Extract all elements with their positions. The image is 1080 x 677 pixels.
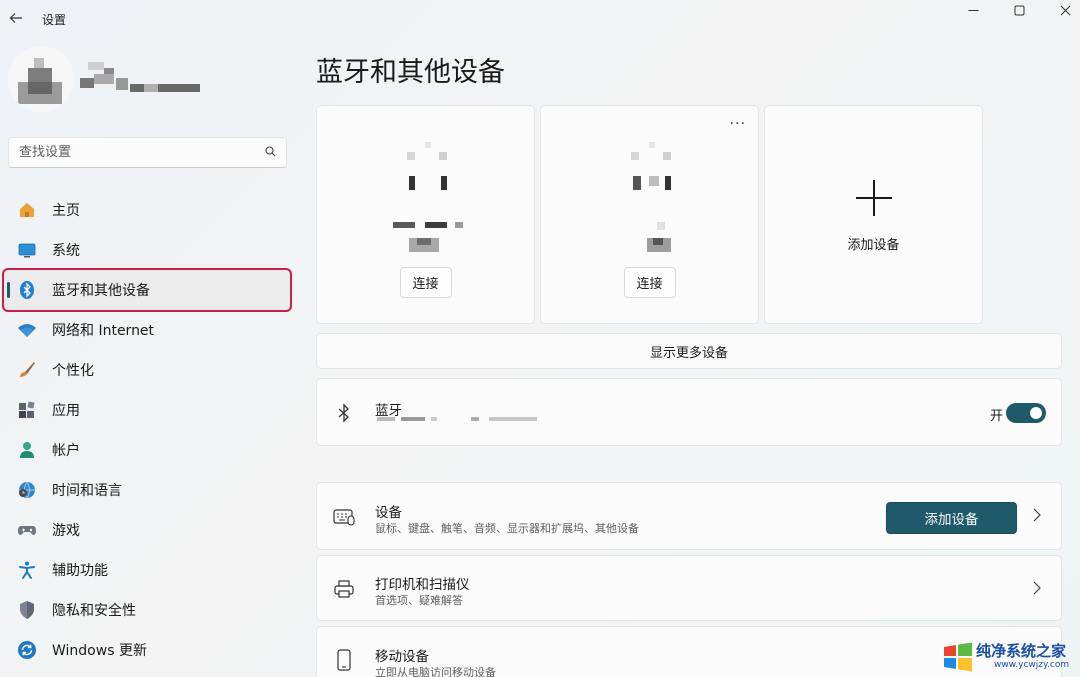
sidebar-item-apps[interactable]: 应用 (4, 390, 290, 430)
active-indicator (7, 282, 10, 298)
bluetooth-toggle[interactable] (1006, 403, 1046, 423)
windows-logo-icon (944, 642, 972, 672)
devices-title: 设备 (375, 505, 402, 521)
title-bar: 设置 (0, 0, 1080, 36)
close-button[interactable] (1042, 0, 1080, 20)
sidebar-item-privacy[interactable]: 隐私和安全性 (4, 590, 290, 630)
connect-button[interactable]: 连接 (399, 267, 452, 298)
maximize-icon (1014, 5, 1024, 15)
mobile-title: 移动设备 (375, 649, 429, 665)
sidebar-item-gaming[interactable]: 游戏 (4, 510, 290, 550)
device-card[interactable]: 连接 (316, 105, 535, 324)
add-device-button[interactable]: 添加设备 (886, 502, 1017, 534)
accessibility-icon (16, 559, 38, 581)
sidebar-item-label: 系统 (52, 243, 80, 259)
toggle-state-label: 开 (989, 409, 1003, 424)
chevron-right-icon (1033, 507, 1041, 526)
show-more-label: 显示更多设备 (649, 345, 728, 361)
globe-clock-icon (16, 479, 38, 501)
back-button[interactable] (6, 8, 26, 28)
minimize-button[interactable] (950, 0, 996, 20)
chevron-right-icon (1033, 580, 1041, 599)
arrow-left-icon (9, 13, 22, 23)
sidebar-item-label: 应用 (52, 403, 80, 419)
sidebar-item-label: 帐户 (52, 443, 80, 459)
sidebar-item-accounts[interactable]: 帐户 (4, 430, 290, 470)
sidebar-item-label: 隐私和安全性 (52, 603, 136, 619)
printers-title: 打印机和扫描仪 (375, 577, 470, 593)
close-icon (1060, 5, 1070, 15)
account-icon (16, 439, 38, 461)
sidebar-item-accessibility[interactable]: 辅助功能 (4, 550, 290, 590)
sidebar-item-label: 网络和 Internet (52, 323, 155, 339)
sidebar-nav: 主页 系统 蓝牙和其他设备 网络和 Internet 个性化 应用 帐户 时间和… (2, 190, 292, 670)
sidebar-item-time-language[interactable]: 时间和语言 (4, 470, 290, 510)
show-more-devices-button[interactable]: 显示更多设备 (316, 333, 1062, 369)
printers-subtitle: 首选项、疑难解答 (375, 594, 463, 607)
add-device-card[interactable]: 添加设备 (764, 105, 983, 324)
sidebar-item-label: 蓝牙和其他设备 (52, 283, 150, 299)
home-icon (16, 199, 38, 221)
watermark: 纯净系统之家 www.ycwjzy.com (940, 638, 1080, 677)
minimize-icon (968, 9, 978, 11)
watermark-title: 纯净系统之家 (976, 642, 1067, 660)
page-title: 蓝牙和其他设备 (316, 57, 505, 88)
phone-icon (333, 649, 355, 671)
bluetooth-title: 蓝牙 (375, 403, 402, 419)
system-icon (16, 239, 38, 261)
sidebar-item-label: 辅助功能 (52, 563, 108, 579)
printers-row[interactable]: 打印机和扫描仪 首选项、疑难解答 (316, 555, 1062, 621)
avatar[interactable] (8, 46, 74, 112)
sidebar-item-network[interactable]: 网络和 Internet (4, 310, 290, 350)
device-card[interactable]: ··· 连接 (540, 105, 759, 324)
search-box[interactable] (8, 137, 287, 168)
search-input[interactable] (19, 145, 265, 160)
sidebar-item-label: 游戏 (52, 523, 80, 539)
wifi-icon (16, 319, 38, 341)
bluetooth-setting-row: 蓝牙 开 (316, 378, 1062, 446)
sidebar-item-label: 时间和语言 (52, 483, 122, 499)
sidebar-item-windows-update[interactable]: Windows 更新 (4, 630, 290, 670)
sidebar-item-system[interactable]: 系统 (4, 230, 290, 270)
mobile-subtitle: 立即从电脑访问移动设备 (375, 666, 496, 677)
watermark-url: www.ycwjzy.com (994, 660, 1070, 670)
keyboard-icon (333, 506, 355, 528)
devices-subtitle: 鼠标、键盘、触笔、音频、显示器和扩展坞、其他设备 (375, 522, 639, 535)
add-device-label: 添加设备 (847, 238, 900, 253)
printer-icon (333, 578, 355, 600)
apps-icon (16, 399, 38, 421)
search-icon[interactable] (265, 145, 276, 160)
bluetooth-icon (333, 402, 355, 424)
update-icon (16, 639, 38, 661)
bluetooth-icon (16, 279, 38, 301)
sidebar-item-home[interactable]: 主页 (4, 190, 290, 230)
brush-icon (16, 359, 38, 381)
profile-name (80, 60, 200, 96)
sidebar-item-label: 主页 (52, 203, 80, 219)
app-title: 设置 (42, 13, 67, 27)
sidebar-item-label: 个性化 (52, 363, 94, 379)
gamepad-icon (16, 519, 38, 541)
devices-row[interactable]: 设备 鼠标、键盘、触笔、音频、显示器和扩展坞、其他设备 添加设备 (316, 482, 1062, 550)
sidebar-item-label: Windows 更新 (52, 643, 147, 659)
maximize-button[interactable] (996, 0, 1042, 20)
shield-icon (16, 599, 38, 621)
sidebar-item-personalization[interactable]: 个性化 (4, 350, 290, 390)
sidebar-item-bluetooth-devices[interactable]: 蓝牙和其他设备 (2, 268, 292, 312)
plus-icon (855, 180, 892, 216)
connect-button[interactable]: 连接 (623, 267, 676, 298)
more-icon[interactable]: ··· (730, 117, 746, 131)
